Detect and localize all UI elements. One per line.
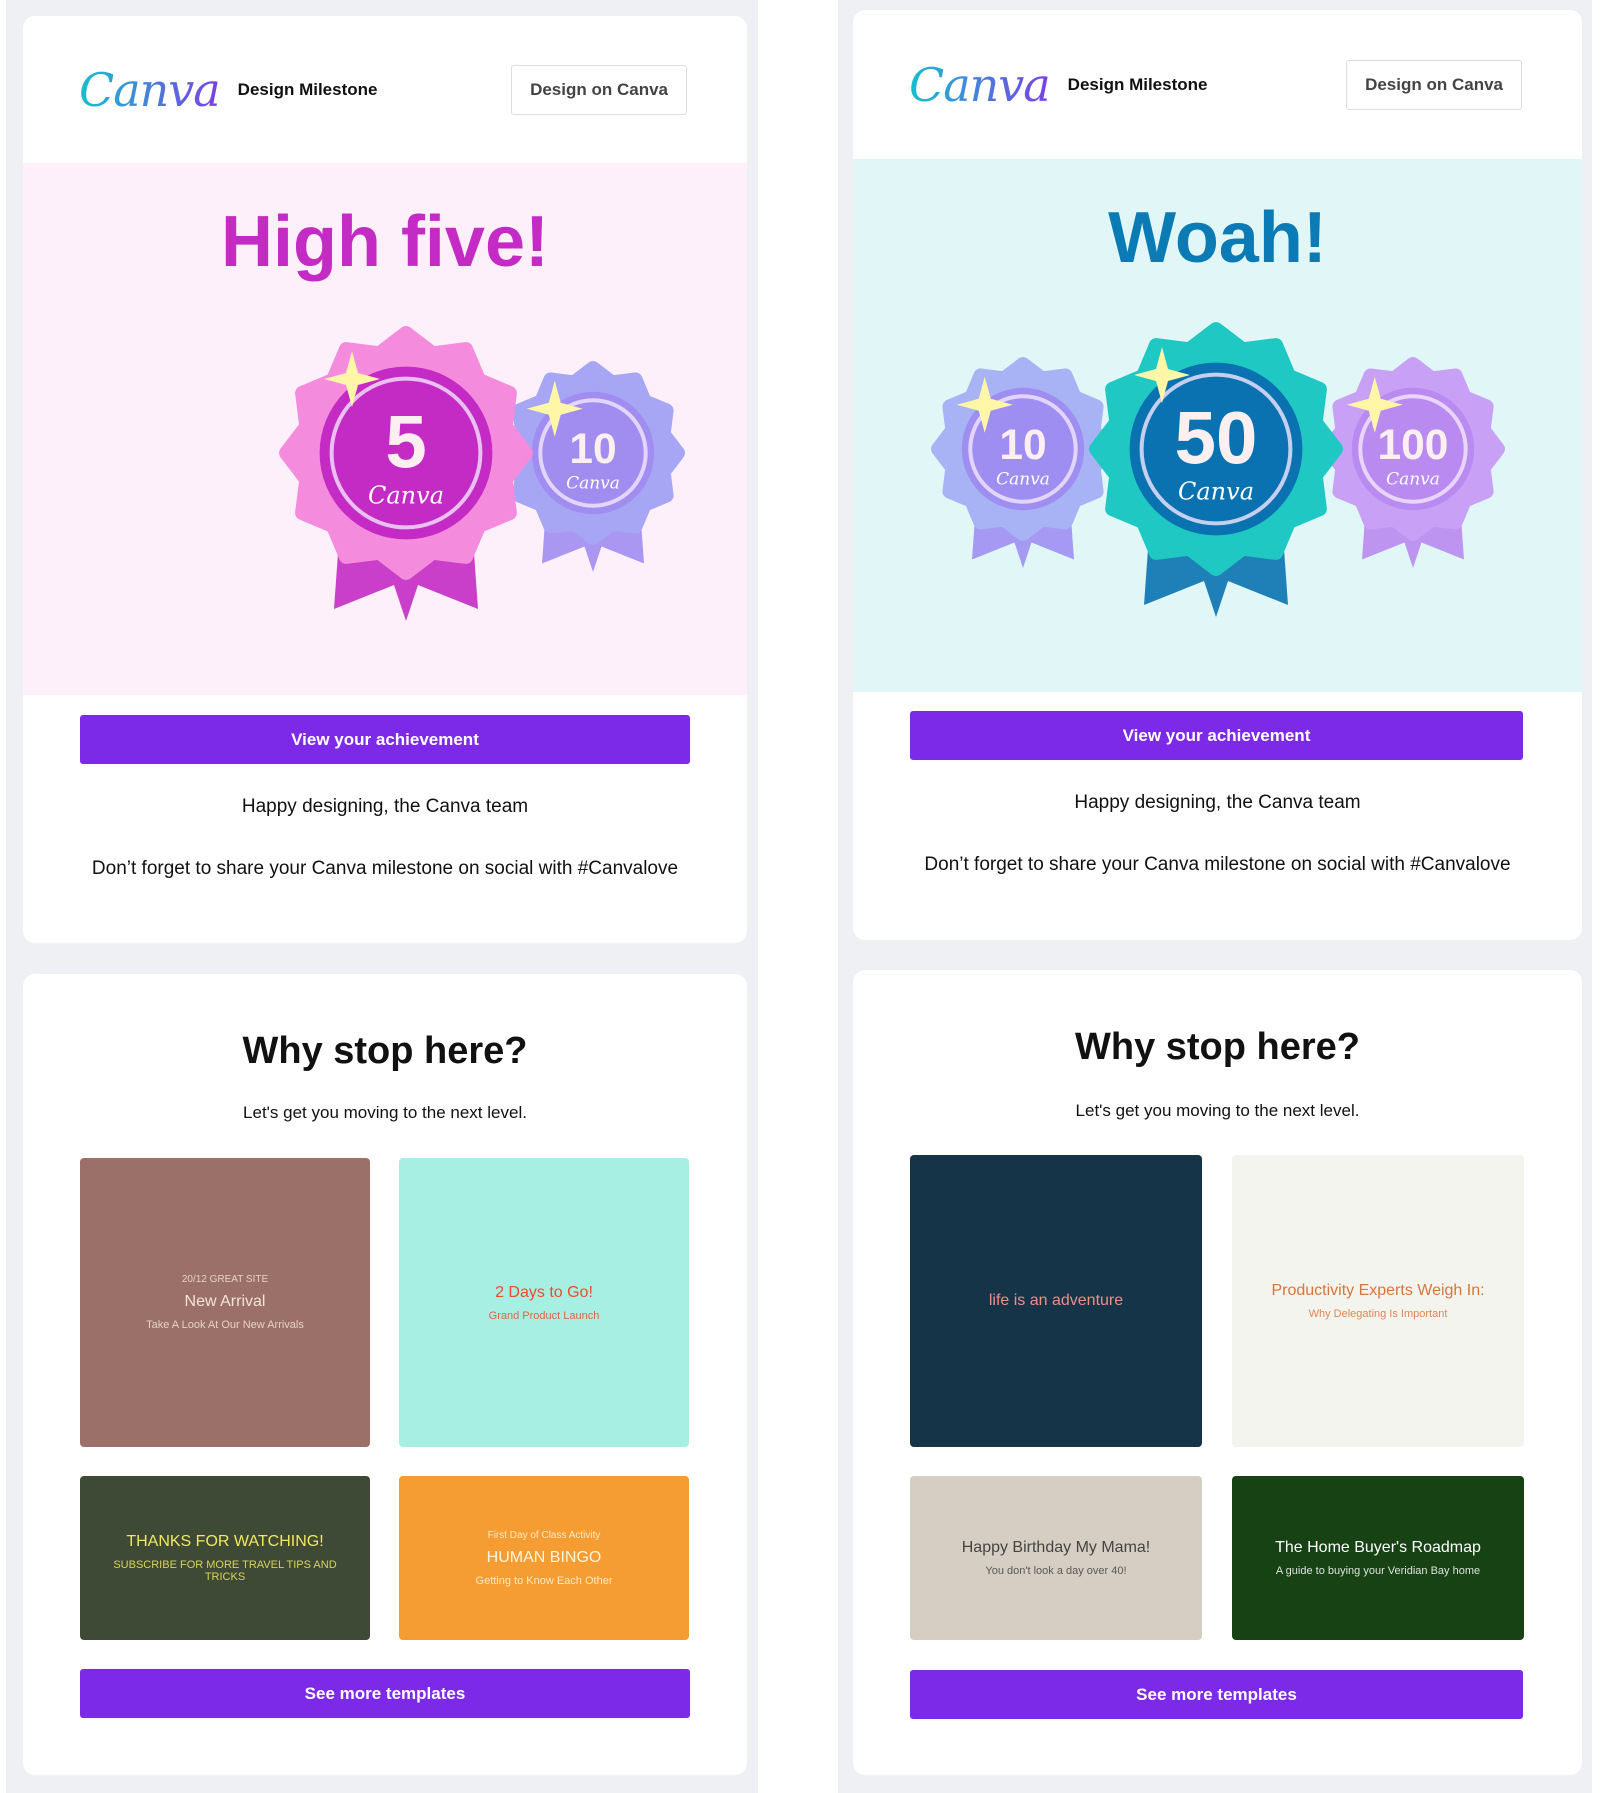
template-thumbnail[interactable]: THANKS FOR WATCHING! SUBSCRIBE FOR MORE … <box>80 1476 370 1640</box>
share-text: Don’t forget to share your Canva milesto… <box>91 858 679 879</box>
design-on-canva-button[interactable]: Design on Canva <box>511 64 687 115</box>
why-stop-subtitle: Let's get you moving to the next level. <box>1075 1101 1360 1120</box>
hero-banner: High five! 10 Canva 5 Canva <box>23 163 747 695</box>
hero-banner: Woah! 10 Canva 100 Canva 50 Canva <box>853 159 1582 692</box>
badges-illustration: 10 Canva 100 Canva 50 Canva <box>931 322 1505 617</box>
view-achievement-button[interactable]: View your achievement <box>80 715 690 764</box>
milestone-badge: 10 Canva <box>501 361 685 572</box>
milestone-badge: 10 Canva <box>931 357 1115 568</box>
header-title: Design Milestone <box>1067 74 1208 94</box>
design-on-canva-button[interactable]: Design on Canva <box>1346 59 1522 110</box>
template-thumbnail[interactable]: Happy Birthday My Mama! You don't look a… <box>910 1476 1202 1640</box>
why-stop-title: Why stop here? <box>242 1030 528 1072</box>
template-thumbnail[interactable]: The Home Buyer's Roadmap A guide to buyi… <box>1232 1476 1524 1640</box>
template-title: 2 Days to Go! <box>495 1283 593 1301</box>
template-title: life is an adventure <box>988 1292 1124 1309</box>
svg-text:10: 10 <box>569 426 616 473</box>
email-header: Canva Design Milestone Design on Canva <box>853 10 1582 159</box>
template-subtitle: Getting to Know Each Other <box>475 1574 613 1587</box>
milestone-badge: 50 Canva <box>1089 322 1343 617</box>
template-subtitle: Take A Look At Our New Arrivals <box>146 1319 304 1331</box>
signoff-text: Happy designing, the Canva team <box>1074 792 1361 813</box>
svg-text:50: 50 <box>1175 396 1258 479</box>
template-thumbnail[interactable]: Productivity Experts Weigh In: Why Deleg… <box>1232 1155 1524 1447</box>
template-thumbnail[interactable]: First Day of Class Activity HUMAN BINGO … <box>399 1476 689 1640</box>
template-title: The Home Buyer's Roadmap <box>1275 1539 1481 1556</box>
see-more-templates-button[interactable]: See more templates <box>910 1670 1523 1719</box>
why-stop-subtitle: Let's get you moving to the next level. <box>243 1103 527 1122</box>
header-title: Design Milestone <box>237 79 378 99</box>
milestone-email-card: Canva Design Milestone Design on Canva H… <box>23 16 747 943</box>
template-caption: 20/12 GREAT SITE <box>181 1274 269 1285</box>
template-subtitle: SUBSCRIBE FOR MORE TRAVEL TIPS AND TRICK… <box>113 1559 337 1583</box>
template-thumbnail[interactable]: life is an adventure <box>910 1155 1202 1447</box>
badges-illustration: 10 Canva 5 Canva <box>279 326 685 621</box>
svg-text:5: 5 <box>385 400 426 483</box>
template-title: Productivity Experts Weigh In: <box>1271 1282 1485 1299</box>
template-title: HUMAN BINGO <box>486 1548 602 1566</box>
templates-card: Why stop here? Let's get you moving to t… <box>23 974 747 1775</box>
template-subtitle: You don't look a day over 40! <box>985 1565 1127 1577</box>
svg-text:10: 10 <box>999 422 1046 469</box>
template-subtitle: A guide to buying your Veridian Bay home <box>1275 1565 1481 1577</box>
svg-text:Canva: Canva <box>368 481 444 509</box>
why-stop-title: Why stop here? <box>1074 1026 1361 1068</box>
view-achievement-button[interactable]: View your achievement <box>910 711 1523 760</box>
template-thumbnail[interactable]: 2 Days to Go! Grand Product Launch <box>399 1158 689 1447</box>
canva-logo: Canva <box>909 57 1051 112</box>
svg-text:Canva: Canva <box>1178 477 1254 505</box>
template-thumbnail[interactable]: 20/12 GREAT SITE New Arrival Take A Look… <box>80 1158 370 1447</box>
share-text: Don’t forget to share your Canva milesto… <box>924 854 1511 875</box>
svg-text:100: 100 <box>1378 422 1449 469</box>
template-title: Happy Birthday My Mama! <box>961 1539 1151 1556</box>
milestone-email-card: Canva Design Milestone Design on Canva W… <box>853 10 1582 940</box>
milestone-badge: 100 Canva <box>1321 357 1505 568</box>
signoff-text: Happy designing, the Canva team <box>241 796 529 817</box>
svg-text:Canva: Canva <box>1386 470 1440 490</box>
template-subtitle: Why Delegating Is Important <box>1308 1308 1448 1320</box>
hero-title: Woah! <box>1108 198 1327 278</box>
template-title: New Arrival <box>184 1293 266 1310</box>
svg-text:Canva: Canva <box>566 474 620 494</box>
template-title: THANKS FOR WATCHING! <box>126 1533 324 1550</box>
email-header: Canva Design Milestone Design on Canva <box>23 16 747 163</box>
canva-logo: Canva <box>79 62 221 117</box>
milestone-badge: 5 Canva <box>279 326 533 621</box>
see-more-templates-button[interactable]: See more templates <box>80 1669 690 1718</box>
hero-title: High five! <box>220 202 549 282</box>
svg-text:Canva: Canva <box>996 470 1050 490</box>
template-subtitle: Grand Product Launch <box>488 1309 600 1322</box>
template-caption: First Day of Class Activity <box>487 1529 601 1541</box>
templates-card: Why stop here? Let's get you moving to t… <box>853 970 1582 1775</box>
